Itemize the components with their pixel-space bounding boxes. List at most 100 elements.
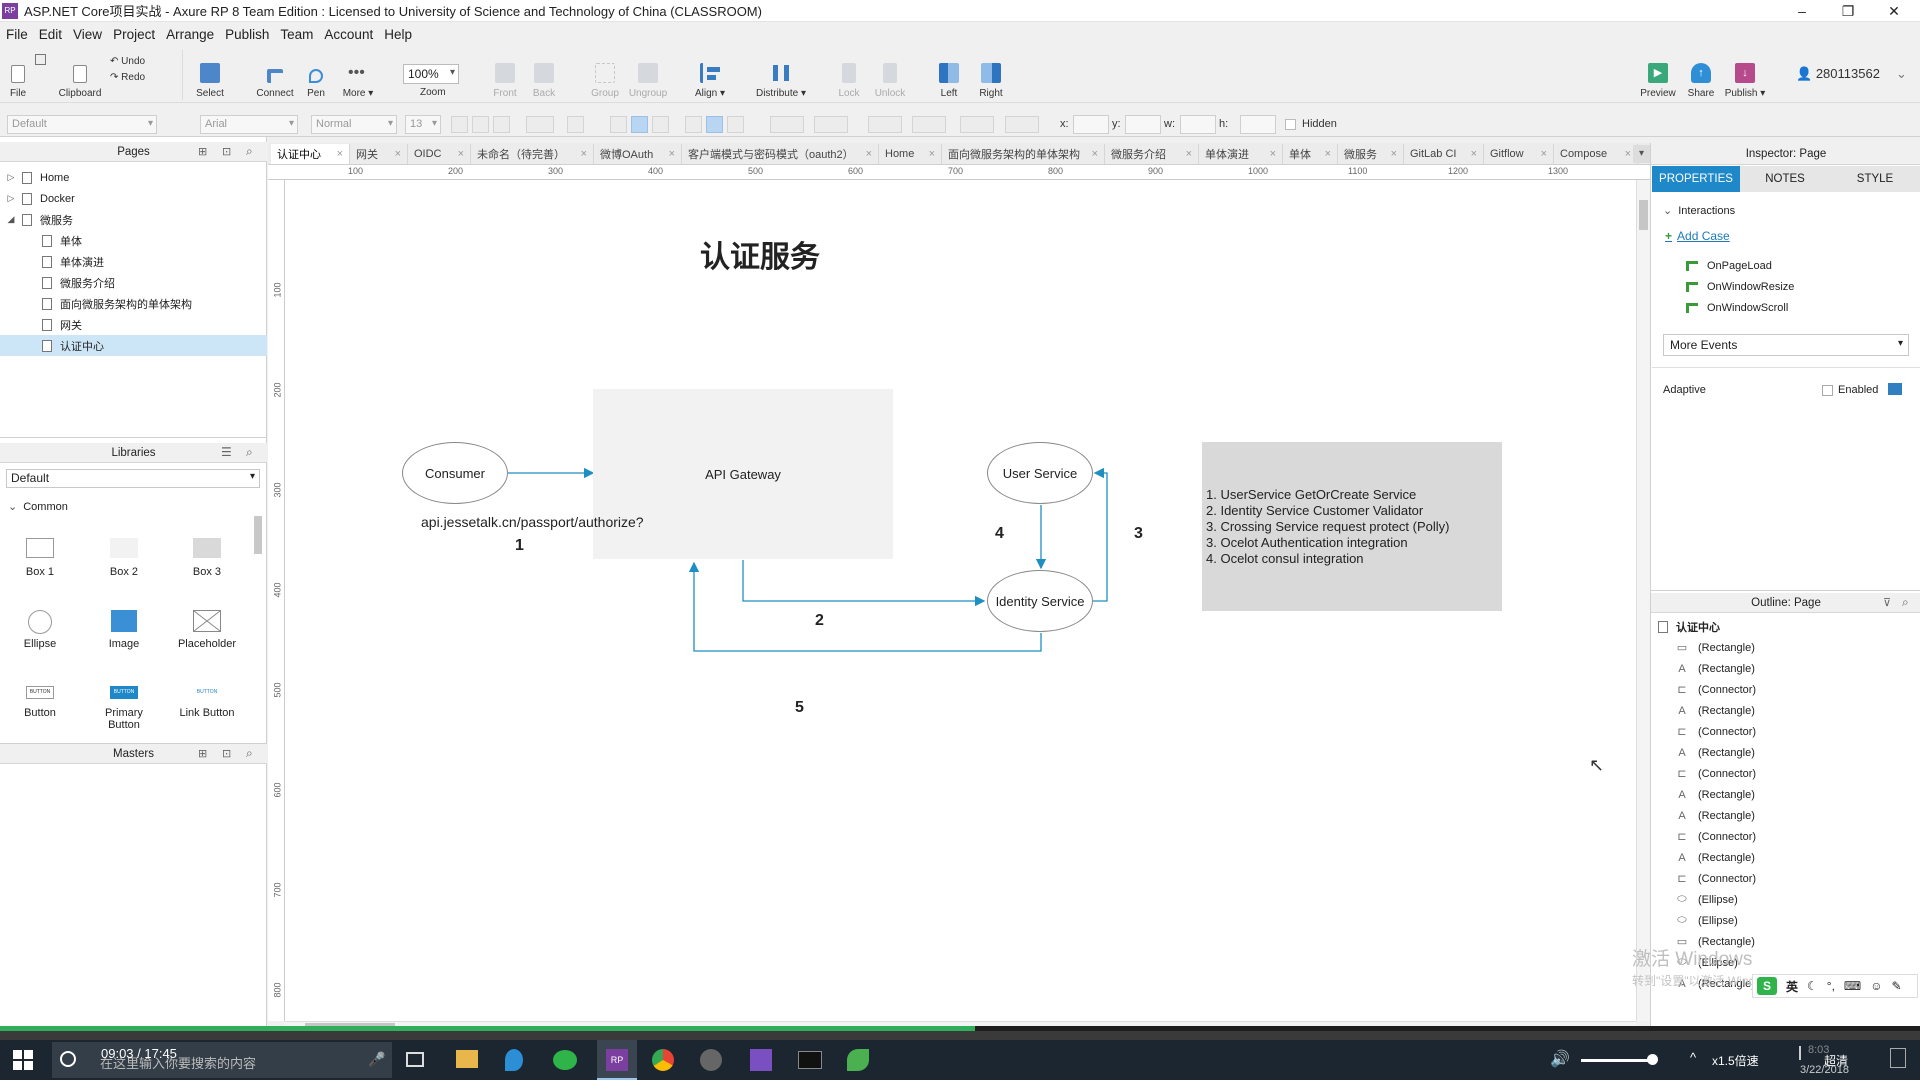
design-canvas[interactable]: 认证服务 API Gateway Consumer api.jessetalk.… bbox=[285, 180, 1650, 1021]
outline-item[interactable]: ⊏ (Connector) bbox=[1674, 868, 1756, 889]
page-item-auth-center[interactable]: 认证中心 bbox=[0, 335, 267, 356]
share-button[interactable]: ↑ Share bbox=[1686, 46, 1716, 103]
connector-gateway-identity[interactable] bbox=[742, 560, 986, 607]
outline-item[interactable]: ⊏ (Connector) bbox=[1674, 826, 1756, 847]
tab-gitflow[interactable]: Gitflow × bbox=[1484, 144, 1554, 164]
adaptive-settings-icon[interactable] bbox=[1888, 383, 1902, 395]
close-tab-icon[interactable]: × bbox=[866, 148, 872, 160]
bullet-list-button[interactable] bbox=[567, 116, 584, 133]
step-4-label[interactable]: 4 bbox=[995, 525, 1004, 543]
page-item-gateway[interactable]: 网关 bbox=[0, 314, 267, 335]
preview-button[interactable]: ▶ Preview bbox=[1640, 46, 1676, 103]
tab-properties[interactable]: PROPERTIES bbox=[1652, 166, 1740, 192]
outline-item[interactable]: ⊏ (Connector) bbox=[1674, 679, 1756, 700]
step-5-label[interactable]: 5 bbox=[795, 699, 804, 717]
account-button[interactable]: 👤 280113562 bbox=[1796, 66, 1880, 82]
media-player-icon[interactable] bbox=[700, 1049, 722, 1071]
align-button[interactable]: Align ▾ bbox=[690, 46, 730, 103]
menu-publish[interactable]: Publish bbox=[225, 27, 269, 42]
font-select[interactable]: Arial bbox=[200, 115, 298, 134]
terminal-icon[interactable] bbox=[798, 1051, 822, 1069]
axure-taskbar-button[interactable]: RP bbox=[597, 1040, 637, 1080]
volume-icon[interactable]: 🔊 bbox=[1550, 1049, 1570, 1069]
step-1-label[interactable]: 1 bbox=[515, 537, 524, 555]
outline-root[interactable]: 认证中心 bbox=[1658, 616, 1720, 637]
page-item-microservices[interactable]: ◢ 微服务 bbox=[0, 209, 267, 230]
filter-icon[interactable]: ⊽ bbox=[1883, 596, 1891, 609]
line-pattern-button[interactable] bbox=[960, 116, 994, 133]
wechat-icon[interactable] bbox=[553, 1050, 577, 1070]
menu-arrange[interactable]: Arrange bbox=[166, 27, 214, 42]
tab-client-password-mode[interactable]: 客户端模式与密码模式（oauth2） × bbox=[682, 144, 879, 164]
font-size-select[interactable]: 13 bbox=[405, 115, 441, 134]
add-folder-icon[interactable]: ⊡ bbox=[222, 747, 231, 760]
menu-view[interactable]: View bbox=[73, 27, 102, 42]
step-3-label[interactable]: 3 bbox=[1134, 525, 1143, 543]
outline-item[interactable]: A (Rectangle) bbox=[1674, 805, 1755, 826]
widget-box-1[interactable]: Box 1 bbox=[5, 538, 75, 578]
pause-icon[interactable] bbox=[1799, 1046, 1801, 1060]
menu-project[interactable]: Project bbox=[113, 27, 155, 42]
windows-start-icon[interactable] bbox=[13, 1050, 33, 1070]
shadow-button[interactable] bbox=[814, 116, 848, 133]
library-select[interactable]: Default ▾ bbox=[6, 469, 260, 488]
punctuation-icon[interactable]: °, bbox=[1827, 979, 1835, 993]
step-2-label[interactable]: 2 bbox=[815, 612, 824, 630]
arrow-style-button[interactable] bbox=[1005, 116, 1039, 133]
tab-gitlab-ci[interactable]: GitLab CI × bbox=[1404, 144, 1484, 164]
widget-primary-button[interactable]: BUTTON Primary Button bbox=[89, 686, 159, 731]
right-pane-button[interactable]: Right bbox=[976, 46, 1006, 103]
widget-button[interactable]: BUTTON Button bbox=[5, 686, 75, 719]
tab-list-chevron-icon[interactable]: ▾ bbox=[1633, 145, 1650, 163]
close-tab-icon[interactable]: × bbox=[581, 148, 587, 160]
task-view-icon[interactable] bbox=[406, 1052, 424, 1067]
library-group-common[interactable]: ⌄ Common bbox=[8, 500, 68, 513]
widget-ellipse[interactable]: Ellipse bbox=[5, 610, 75, 650]
tab-monolith-evolution[interactable]: 单体演进 × bbox=[1199, 144, 1283, 164]
bold-button[interactable] bbox=[451, 116, 468, 133]
collapse-arrow-icon[interactable]: ◢ bbox=[6, 214, 16, 225]
x-input[interactable] bbox=[1073, 115, 1109, 134]
page-item-monolith-for-microservices[interactable]: 面向微服务架构的单体架构 bbox=[0, 293, 267, 314]
expand-arrow-icon[interactable]: ▷ bbox=[6, 193, 16, 204]
minimize-button[interactable]: – bbox=[1780, 0, 1824, 22]
playback-speed[interactable]: x1.5倍速 bbox=[1712, 1052, 1759, 1069]
search-icon[interactable]: ⌕ bbox=[246, 144, 253, 159]
align-center-button[interactable] bbox=[631, 116, 648, 133]
more-events-select[interactable]: More Events ▾ bbox=[1663, 334, 1909, 356]
outline-item[interactable]: A (Rectangle) bbox=[1674, 742, 1755, 763]
close-tab-icon[interactable]: × bbox=[669, 148, 675, 160]
close-tab-icon[interactable]: × bbox=[929, 148, 935, 160]
redo-button[interactable]: ↷ Redo bbox=[110, 72, 145, 83]
search-icon[interactable]: ⌕ bbox=[246, 746, 253, 761]
tab-auth-center[interactable]: 认证中心 × bbox=[271, 144, 350, 164]
select-tool[interactable]: Select bbox=[190, 46, 230, 103]
menu-account[interactable]: Account bbox=[324, 27, 373, 42]
scrollbar-thumb[interactable] bbox=[1639, 200, 1648, 230]
tab-untitled[interactable]: 未命名（待完善） × bbox=[471, 144, 594, 164]
valign-bottom-button[interactable] bbox=[727, 116, 744, 133]
interactions-section[interactable]: ⌄ Interactions bbox=[1663, 204, 1735, 217]
close-tab-icon[interactable]: × bbox=[337, 148, 343, 160]
clipboard-button[interactable]: Clipboard bbox=[56, 46, 104, 103]
toolbar-collapse-chevron-icon[interactable]: ⌄ bbox=[1896, 66, 1907, 82]
canvas-vertical-scrollbar[interactable] bbox=[1636, 180, 1650, 1021]
consumer-ellipse[interactable]: Consumer bbox=[402, 442, 508, 504]
add-folder-icon[interactable]: ⊡ bbox=[222, 145, 231, 158]
close-button[interactable]: ✕ bbox=[1872, 0, 1916, 22]
unlock-button[interactable]: Unlock bbox=[873, 46, 907, 103]
identity-service-ellipse[interactable]: Identity Service bbox=[987, 570, 1093, 632]
bring-front-button[interactable]: Front bbox=[490, 46, 520, 103]
api-gateway-box[interactable]: API Gateway bbox=[593, 389, 893, 559]
sogou-ime-icon[interactable]: S bbox=[1757, 977, 1777, 995]
library-scrollbar[interactable] bbox=[254, 516, 262, 554]
zoom-select[interactable]: 100% ▾ bbox=[403, 64, 459, 84]
add-master-icon[interactable]: ⊞ bbox=[198, 747, 207, 760]
close-tab-icon[interactable]: × bbox=[458, 148, 464, 160]
align-right-button[interactable] bbox=[652, 116, 669, 133]
moon-icon[interactable]: ☾ bbox=[1807, 979, 1818, 993]
menu-help[interactable]: Help bbox=[384, 27, 412, 42]
outline-item[interactable]: ⊏ (Connector) bbox=[1674, 763, 1756, 784]
widget-image[interactable]: Image bbox=[89, 610, 159, 650]
outline-item[interactable]: ▭ (Rectangle) bbox=[1674, 637, 1755, 658]
